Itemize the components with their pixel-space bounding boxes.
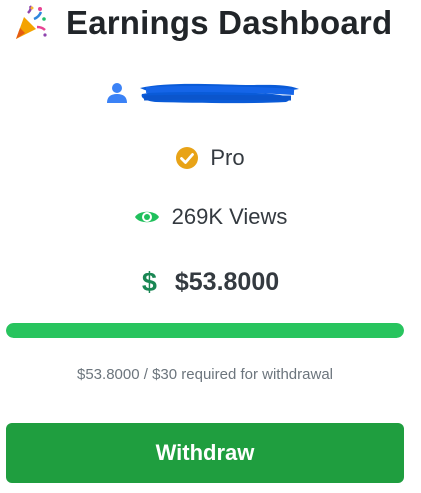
withdraw-button[interactable]: Withdraw [6, 423, 404, 483]
user-info [106, 76, 302, 110]
check-circle-icon [176, 147, 199, 169]
progress-fill [6, 323, 404, 338]
party-popper-icon [12, 5, 48, 41]
plan-label: Pro [210, 145, 245, 170]
earnings-value: $53.8000 [174, 267, 280, 296]
eye-icon [134, 208, 160, 226]
redacted-username [136, 80, 302, 106]
dashboard-header: Earnings Dashboard [12, 0, 392, 46]
user-icon [106, 82, 128, 104]
plan-status: Pro [0, 142, 421, 174]
views-label: 269K Views [171, 204, 288, 229]
withdrawal-requirement-text: $53.8000 / $30 required for withdrawal [77, 366, 333, 383]
page-title: Earnings Dashboard [66, 4, 393, 41]
views-count: 269K Views [0, 201, 421, 233]
dollar-icon: $ [141, 266, 157, 297]
withdrawal-progress-bar [6, 323, 404, 338]
earnings-amount: $ $53.8000 [0, 265, 421, 299]
